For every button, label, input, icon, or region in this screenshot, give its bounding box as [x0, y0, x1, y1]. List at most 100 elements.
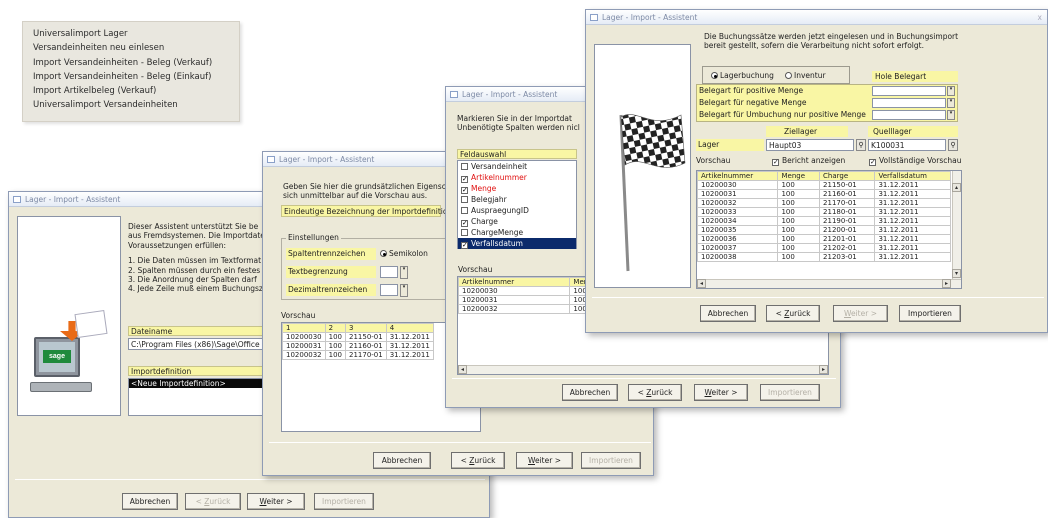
quelllager-search-icon[interactable]: ⚲: [948, 139, 958, 151]
table-cell: 31.12.2011: [874, 216, 951, 226]
checkbox[interactable]: ✓: [461, 187, 468, 194]
import-button[interactable]: Importieren: [314, 493, 374, 510]
table-cell: 100: [777, 252, 821, 262]
dezimal-dropdown-icon[interactable]: ▾: [400, 284, 408, 297]
scroll-right-icon[interactable]: ▸: [942, 279, 951, 288]
menu-item-versandeinheiten-neu[interactable]: Versandeinheiten neu einlesen: [33, 41, 229, 55]
scroll-left-icon[interactable]: ◂: [458, 365, 467, 374]
table-row[interactable]: 10200030 100 21150-01 31.12.2011: [697, 180, 951, 190]
column-header[interactable]: Artikelnummer: [697, 171, 779, 181]
column-header[interactable]: Charge: [819, 171, 876, 181]
table-row[interactable]: 10200032 100 21170-01 31.12.2011: [282, 350, 434, 360]
table-row[interactable]: 10200031 100 21160-01 31.12.2011: [697, 189, 951, 199]
scroll-up-icon[interactable]: ▴: [952, 183, 961, 192]
radio-lagerbuchung[interactable]: Lagerbuchung: [711, 71, 774, 80]
semikolon-radio[interactable]: [380, 250, 387, 257]
horizontal-scrollbar[interactable]: [697, 279, 961, 288]
field-checkbox-item[interactable]: ✓ Charge: [458, 216, 576, 227]
table-cell: 10200030: [697, 180, 779, 190]
import-button[interactable]: Importieren: [899, 305, 961, 322]
table-row[interactable]: 10200037 100 21202-01 31.12.2011: [697, 243, 951, 253]
column-header[interactable]: Artikelnummer: [458, 277, 571, 287]
checkbox[interactable]: [461, 163, 468, 170]
table-cell: 10200033: [697, 207, 779, 217]
table-row[interactable]: 10200032 100 21170-01 31.12.2011: [697, 198, 951, 208]
column-header[interactable]: Verfallsdatum: [874, 171, 951, 181]
column-header[interactable]: 4: [385, 323, 434, 333]
field-checkbox-item[interactable]: ✓ Menge: [458, 183, 576, 194]
checkbox[interactable]: ✓: [461, 220, 468, 227]
checkbox[interactable]: ✓: [461, 242, 468, 249]
menu-item-import-ve-einkauf[interactable]: Import Versandeinheiten - Beleg (Einkauf…: [33, 70, 229, 84]
ziellager-search-icon[interactable]: ⚲: [856, 139, 866, 151]
table-row[interactable]: 10200030 100 21150-01 31.12.2011: [282, 332, 434, 342]
belegart-positive-dropdown-icon[interactable]: ▾: [947, 86, 955, 96]
next-button[interactable]: Weiter >: [516, 452, 573, 469]
next-button[interactable]: Weiter >: [833, 305, 888, 322]
table-row[interactable]: 10200033 100 21180-01 31.12.2011: [697, 207, 951, 217]
cancel-button[interactable]: Abbrechen: [562, 384, 618, 401]
cancel-button[interactable]: Abbrechen: [700, 305, 756, 322]
column-header[interactable]: 3: [345, 323, 387, 333]
back-button[interactable]: < Zurück: [628, 384, 682, 401]
textbegrenzung-select[interactable]: [380, 266, 398, 278]
ziellager-field[interactable]: Haupt03: [766, 139, 854, 151]
belegart-positive-field[interactable]: [872, 86, 946, 96]
textbegrenzung-dropdown-icon[interactable]: ▾: [400, 266, 408, 279]
belegart-umbuchung-dropdown-icon[interactable]: ▾: [947, 110, 955, 120]
menu-item-import-artikelbeleg[interactable]: Import Artikelbeleg (Verkauf): [33, 84, 229, 98]
column-header[interactable]: Menge: [777, 171, 821, 181]
back-button[interactable]: < Zurück: [185, 493, 241, 510]
menu-item-import-ve-verkauf[interactable]: Import Versandeinheiten - Beleg (Verkauf…: [33, 56, 229, 70]
field-checkbox-item[interactable]: ✓ Verfallsdatum: [458, 238, 576, 249]
definition-name-field[interactable]: Eindeutige Bezeichnung der Importdefinit…: [281, 205, 452, 217]
field-checkbox-item[interactable]: Versandeinheit: [458, 161, 576, 172]
next-button[interactable]: Weiter >: [694, 384, 748, 401]
quelllager-field[interactable]: K100031: [868, 139, 946, 151]
bericht-checkbox[interactable]: ✓ Bericht anzeigen: [772, 156, 845, 166]
next-button[interactable]: Weiter >: [247, 493, 305, 510]
checkbox[interactable]: [461, 207, 468, 214]
column-header[interactable]: 2: [324, 323, 347, 333]
w1-intro-line: Dieser Assistent unterstützt Sie be: [128, 222, 259, 231]
w1-intro-line: Voraussetzungen erfüllen:: [128, 240, 227, 250]
separator: [452, 378, 836, 379]
field-checkbox-item[interactable]: Belegjahr: [458, 194, 576, 205]
table-row[interactable]: 10200036 100 21201-01 31.12.2011: [697, 234, 951, 244]
dezimal-select[interactable]: [380, 284, 398, 296]
menu-item-universalimport-ve[interactable]: Universalimport Versandeinheiten: [33, 98, 229, 112]
belegart-negative-dropdown-icon[interactable]: ▾: [947, 98, 955, 108]
back-button[interactable]: < Zurück: [766, 305, 820, 322]
table-row[interactable]: 10200038 100 21203-01 31.12.2011: [697, 252, 951, 262]
close-icon[interactable]: x: [1038, 10, 1042, 25]
belegart-umbuchung-field[interactable]: [872, 110, 946, 120]
table-row[interactable]: 10200034 100 21190-01 31.12.2011: [697, 216, 951, 226]
scroll-right-icon[interactable]: ▸: [819, 365, 828, 374]
checkbox[interactable]: ✓: [461, 176, 468, 183]
w4-preview-table[interactable]: Artikelnummer Menge Charge Verfallsdatum 102…: [696, 170, 962, 289]
scroll-down-icon[interactable]: ▾: [952, 269, 961, 278]
cancel-button[interactable]: Abbrechen: [122, 493, 178, 510]
vollstaendig-checkbox[interactable]: ✓ Vollständige Vorschau: [869, 156, 961, 166]
checkbox[interactable]: [461, 229, 468, 236]
import-button[interactable]: Importieren: [581, 452, 641, 469]
field-checkbox-item[interactable]: ChargeMenge: [458, 227, 576, 238]
back-button[interactable]: < Zurück: [451, 452, 505, 469]
cancel-button[interactable]: Abbrechen: [373, 452, 431, 469]
field-checkbox-item[interactable]: AuspraegungID: [458, 205, 576, 216]
scroll-left-icon[interactable]: ◂: [697, 279, 706, 288]
field-checkbox-item[interactable]: ✓ Artikelnummer: [458, 172, 576, 183]
import-button[interactable]: Importieren: [760, 384, 820, 401]
table-row[interactable]: 10200031 100 21160-01 31.12.2011: [282, 341, 434, 351]
checkbox[interactable]: [461, 196, 468, 203]
belegart-negative-field[interactable]: [872, 98, 946, 108]
column-header[interactable]: 1: [282, 323, 326, 333]
field-checklist[interactable]: Versandeinheit ✓ Artikelnummer ✓ Menge Belegj…: [457, 160, 577, 249]
w3-intro-line: Unbenötigte Spalten werden nicl: [457, 123, 580, 133]
w3-intro-line: Markieren Sie in der Importdat: [457, 114, 572, 123]
radio-inventur[interactable]: Inventur: [785, 71, 826, 80]
horizontal-scrollbar[interactable]: [458, 365, 828, 374]
semikolon-option[interactable]: Semikolon: [380, 249, 428, 258]
table-row[interactable]: 10200035 100 21200-01 31.12.2011: [697, 225, 951, 235]
menu-item-universalimport-lager[interactable]: Universalimport Lager: [33, 27, 229, 41]
